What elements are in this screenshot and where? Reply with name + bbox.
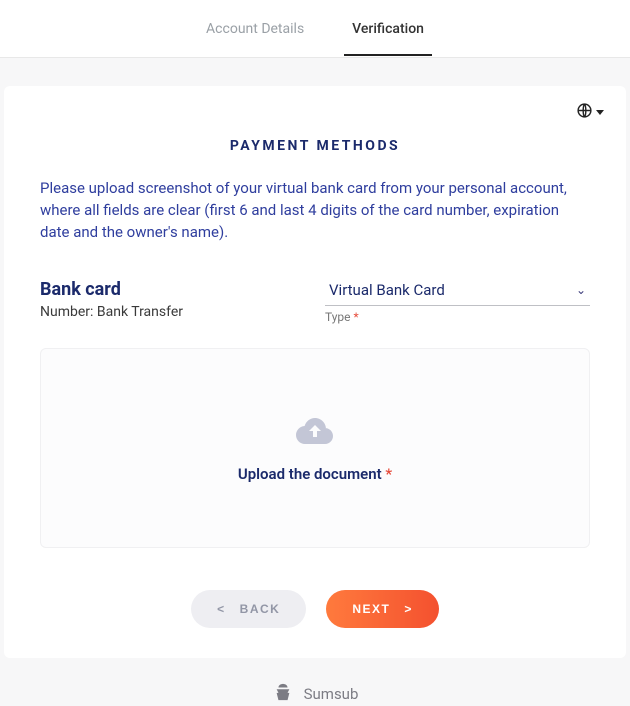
upload-label: Upload the document *: [238, 465, 392, 483]
back-button-label: BACK: [240, 602, 281, 616]
bank-card-heading: Bank card: [40, 279, 305, 300]
type-select-value: Virtual Bank Card: [329, 281, 445, 299]
sumsub-logo-icon: [272, 682, 294, 706]
chevron-down-icon: [596, 110, 604, 115]
bank-card-section: Bank card Number: Bank Transfer: [40, 279, 305, 324]
footer: Sumsub: [0, 682, 630, 706]
language-toggle[interactable]: [576, 102, 604, 123]
chevron-down-icon: ⌄: [576, 283, 586, 297]
type-field: Virtual Bank Card ⌄ Type *: [325, 279, 590, 324]
required-mark: *: [385, 465, 392, 483]
type-select[interactable]: Virtual Bank Card ⌄: [325, 279, 590, 306]
tab-account-details[interactable]: Account Details: [198, 2, 312, 55]
next-button-label: NEXT: [352, 602, 390, 616]
nav-buttons: < BACK NEXT >: [40, 590, 590, 628]
cloud-upload-icon: [295, 413, 335, 455]
back-button[interactable]: < BACK: [191, 590, 306, 628]
upload-dropzone[interactable]: Upload the document *: [40, 348, 590, 548]
chevron-left-icon: <: [217, 602, 226, 616]
tabs-bar: Account Details Verification: [0, 0, 630, 58]
type-field-label: Type *: [325, 310, 590, 324]
footer-brand: Sumsub: [304, 685, 359, 703]
page-title: PAYMENT METHODS: [40, 138, 590, 154]
intro-text: Please upload screenshot of your virtual…: [40, 178, 590, 243]
verification-card: PAYMENT METHODS Please upload screenshot…: [4, 86, 626, 658]
tab-verification[interactable]: Verification: [344, 2, 432, 55]
next-button[interactable]: NEXT >: [326, 590, 439, 628]
globe-icon: [576, 102, 593, 123]
chevron-right-icon: >: [404, 602, 413, 616]
bank-card-number-line: Number: Bank Transfer: [40, 304, 305, 320]
form-row: Bank card Number: Bank Transfer Virtual …: [40, 279, 590, 324]
required-mark: *: [354, 310, 359, 324]
